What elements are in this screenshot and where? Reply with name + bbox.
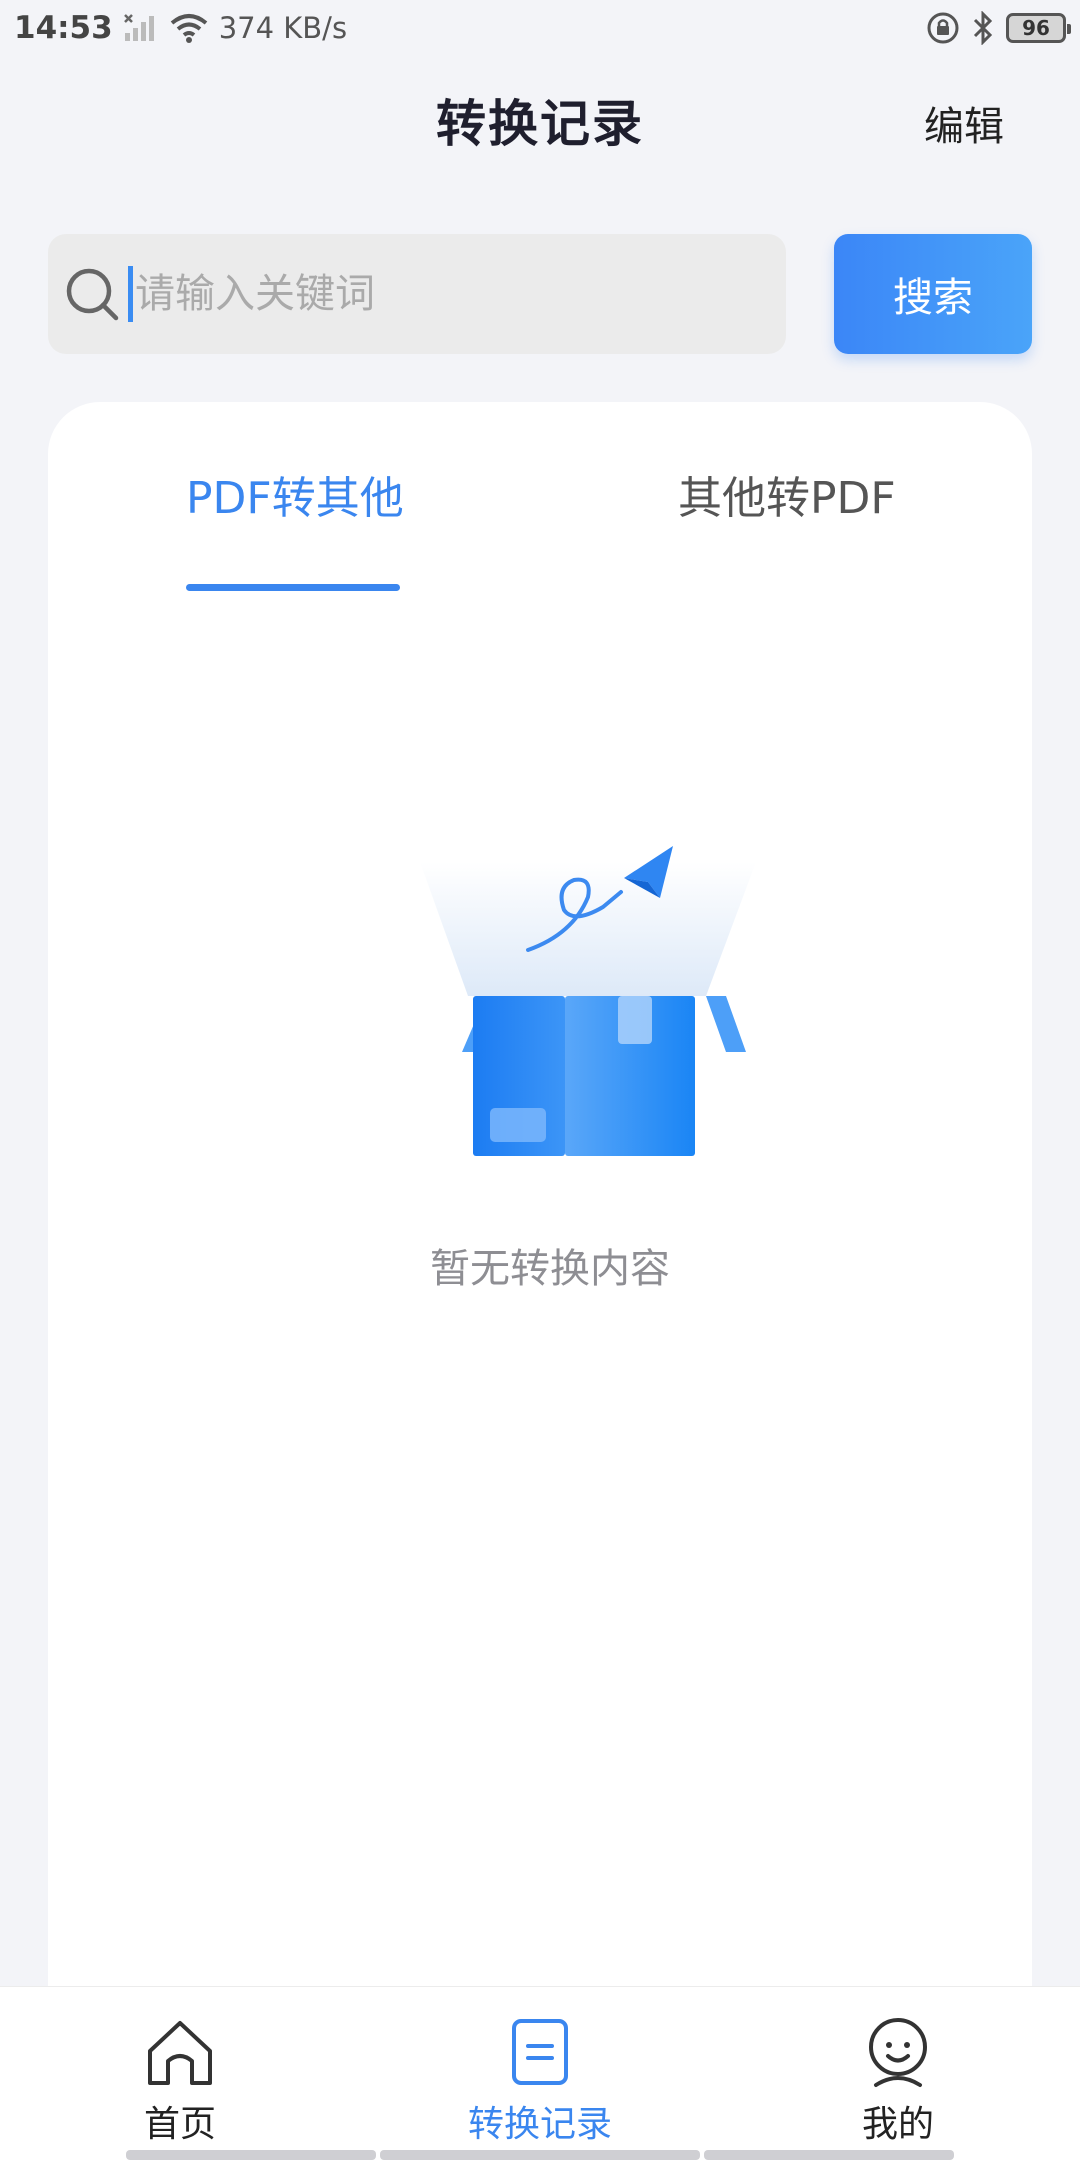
status-time: 14:53 xyxy=(14,10,113,46)
empty-state-text: 暂无转换内容 xyxy=(430,1246,670,1292)
nav-records-label: 转换记录 xyxy=(467,2104,612,2145)
page-title: 转换记录 xyxy=(436,95,644,153)
search-box[interactable] xyxy=(48,234,786,354)
nav-mine[interactable]: 我的 xyxy=(798,1987,998,2160)
bottom-navigation: 首页 转换记录 我的 xyxy=(0,1986,1080,2160)
records-card: PDF转其他 其他转PDF 暂无转换内容 xyxy=(48,402,1032,2002)
signal-icon xyxy=(123,14,154,41)
text-cursor xyxy=(128,266,133,322)
home-indicator-middle xyxy=(380,2150,700,2160)
battery-level: 96 xyxy=(1022,16,1050,40)
active-tab-indicator xyxy=(186,584,400,591)
lock-rotation-icon xyxy=(927,12,959,44)
home-indicator-left xyxy=(126,2150,376,2160)
battery-icon: 96 xyxy=(1006,13,1071,43)
empty-box-icon xyxy=(420,846,756,1156)
nav-home-label: 首页 xyxy=(143,2104,216,2145)
tab-pdf-to-other[interactable]: PDF转其他 xyxy=(186,462,404,526)
tab-other-to-pdf[interactable]: 其他转PDF xyxy=(678,462,896,526)
nav-home[interactable]: 首页 xyxy=(80,1987,280,2160)
profile-icon xyxy=(869,2018,927,2087)
tab-bar: PDF转其他 其他转PDF xyxy=(48,462,1032,591)
status-bar-left: 14:53 374 KB/s xyxy=(14,10,347,46)
edit-button[interactable]: 编辑 xyxy=(924,94,1004,152)
nav-records[interactable]: 转换记录 xyxy=(440,1987,640,2160)
app-header: 转换记录 编辑 xyxy=(0,80,1080,160)
search-button[interactable]: 搜索 xyxy=(834,234,1032,354)
search-input[interactable] xyxy=(135,271,735,317)
nav-mine-label: 我的 xyxy=(861,2104,934,2145)
search-icon xyxy=(66,268,119,321)
status-bar: 14:53 374 KB/s 96 xyxy=(0,0,1080,56)
home-indicator-right xyxy=(704,2150,954,2160)
wifi-icon xyxy=(170,14,207,43)
document-icon xyxy=(512,2019,568,2085)
home-icon xyxy=(148,2021,212,2085)
network-speed: 374 KB/s xyxy=(218,11,348,45)
bluetooth-icon xyxy=(973,11,993,45)
status-bar-right: 96 xyxy=(926,11,1071,45)
